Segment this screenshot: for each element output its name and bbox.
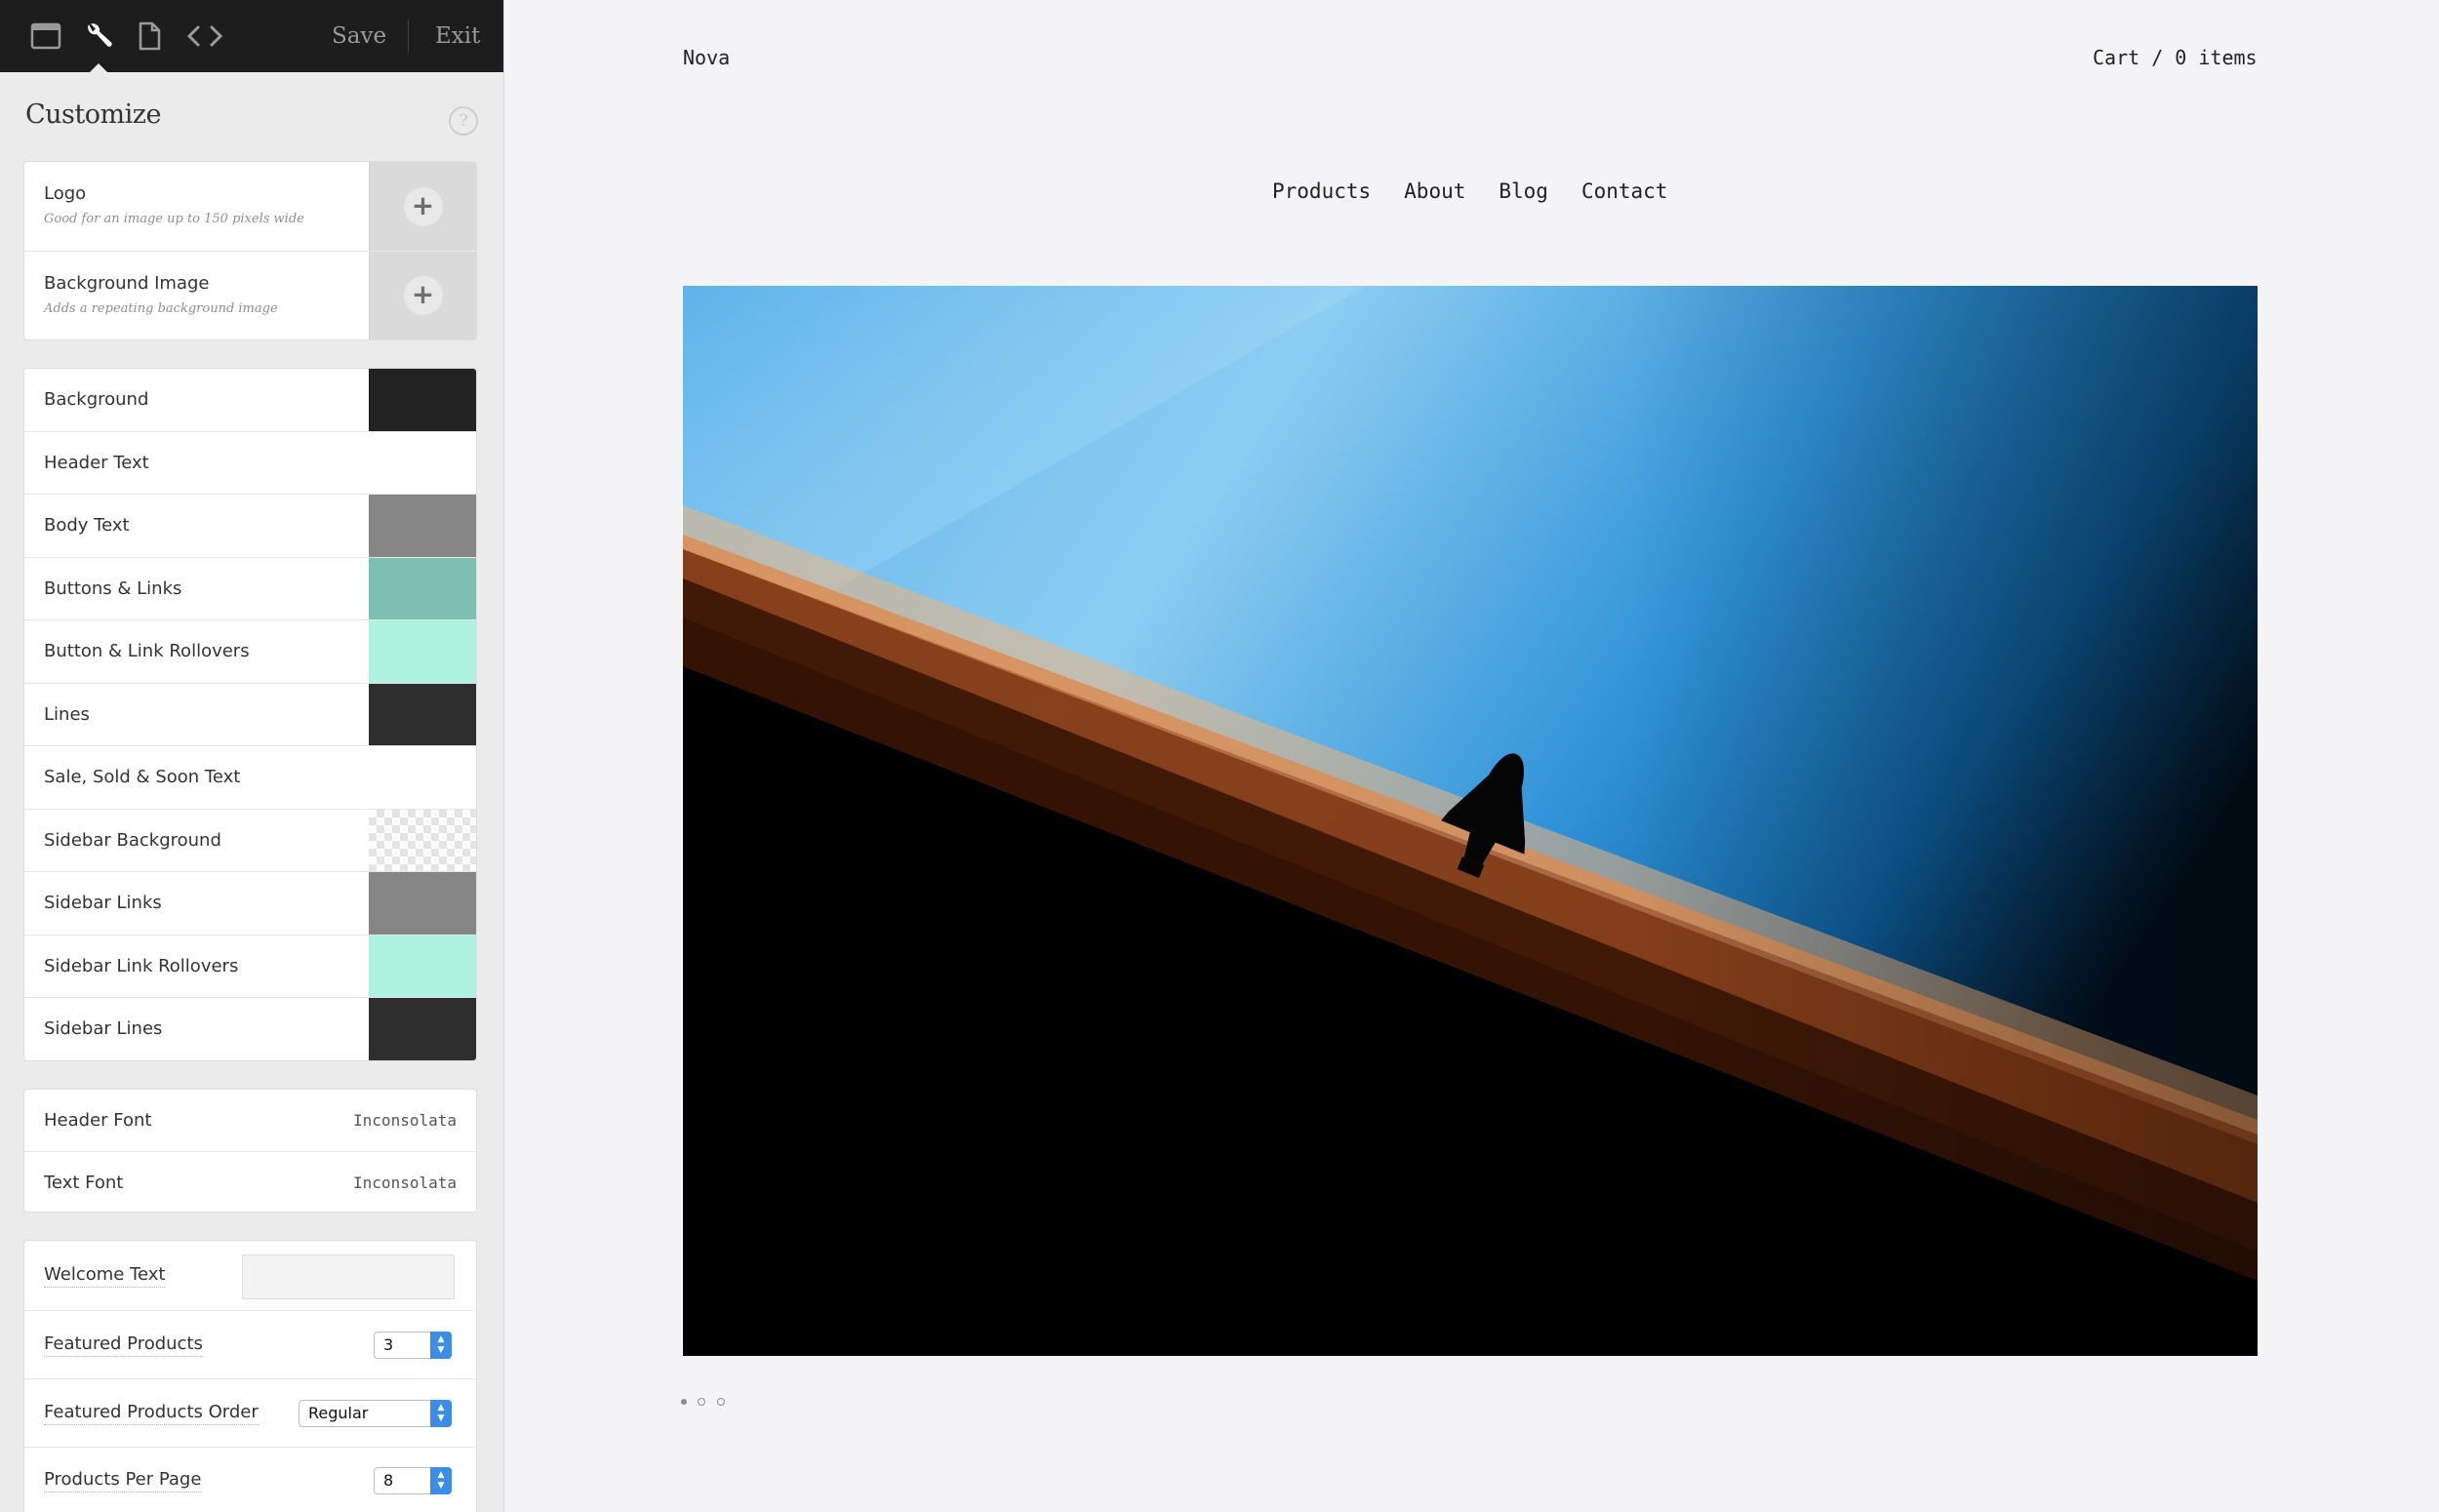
nav-blog[interactable]: Blog bbox=[1499, 179, 1548, 203]
fonts-group: Header Font Inconsolata Text Font Incons… bbox=[24, 1090, 476, 1212]
exit-button[interactable]: Exit bbox=[435, 21, 480, 51]
color-row-buttons-links[interactable]: Buttons & Links bbox=[24, 557, 476, 620]
store-name[interactable]: Nova bbox=[683, 46, 730, 69]
text-font-row[interactable]: Text Font Inconsolata bbox=[24, 1152, 476, 1212]
options-group: Welcome Text Featured Products 3 ▲ ▼ Feat… bbox=[24, 1241, 476, 1512]
nav-about[interactable]: About bbox=[1404, 179, 1465, 203]
per-page-row: Products Per Page 8 ▲ ▼ bbox=[24, 1448, 476, 1512]
store-nav: Products About Blog Contact bbox=[1272, 179, 1667, 203]
code-icon[interactable] bbox=[185, 18, 224, 55]
nav-products[interactable]: Products bbox=[1272, 179, 1371, 203]
select-arrows-icon: ▲ ▼ bbox=[430, 1467, 452, 1494]
wrench-icon[interactable] bbox=[79, 18, 118, 72]
panel-title: Customize bbox=[25, 99, 161, 130]
color-label: Sidebar Lines bbox=[44, 1018, 163, 1039]
select-arrows-icon: ▲ ▼ bbox=[430, 1332, 452, 1359]
featured-order-label: Featured Products Order bbox=[44, 1402, 259, 1425]
welcome-text-input[interactable] bbox=[242, 1254, 455, 1299]
color-swatch[interactable] bbox=[369, 683, 476, 745]
per-page-value: 8 bbox=[383, 1471, 394, 1490]
color-swatch-transparent[interactable] bbox=[369, 809, 476, 871]
logo-label: Logo bbox=[44, 183, 87, 204]
select-arrows-icon: ▲ ▼ bbox=[430, 1400, 452, 1427]
logo-row: Logo Good for an image up to 150 pixels … bbox=[24, 162, 476, 252]
color-swatch[interactable] bbox=[369, 935, 476, 997]
cart-link[interactable]: Cart / 0 items bbox=[2093, 46, 2258, 69]
featured-order-value: Regular bbox=[308, 1404, 369, 1422]
color-label: Button & Link Rollovers bbox=[44, 641, 250, 661]
background-image-hint: Adds a repeating background image bbox=[44, 301, 278, 316]
color-row-sidebar-link-rollovers[interactable]: Sidebar Link Rollovers bbox=[24, 935, 476, 998]
add-logo-button[interactable]: + bbox=[369, 162, 476, 251]
colors-group: Background Header Text Body Text Buttons… bbox=[24, 369, 476, 1060]
color-label: Sale, Sold & Soon Text bbox=[44, 767, 241, 787]
color-swatch[interactable] bbox=[369, 746, 476, 809]
background-image-label: Background Image bbox=[44, 273, 210, 294]
color-label: Sidebar Background bbox=[44, 829, 221, 851]
featured-products-value: 3 bbox=[383, 1335, 394, 1354]
color-label: Header Text bbox=[44, 452, 149, 473]
color-label: Body Text bbox=[44, 515, 130, 536]
text-font-value[interactable]: Inconsolata bbox=[353, 1174, 457, 1192]
color-swatch[interactable] bbox=[369, 620, 476, 683]
logo-hint: Good for an image up to 150 pixels wide bbox=[44, 212, 304, 226]
text-font-label: Text Font bbox=[44, 1173, 124, 1193]
nav-contact[interactable]: Contact bbox=[1581, 179, 1668, 203]
per-page-select[interactable]: 8 ▲ ▼ bbox=[374, 1467, 452, 1494]
customize-panel: Save Exit Customize ? Logo Good for an i… bbox=[0, 0, 504, 1512]
color-swatch[interactable] bbox=[369, 369, 476, 431]
color-row-rollovers[interactable]: Button & Link Rollovers bbox=[24, 620, 476, 684]
slide-dot[interactable] bbox=[698, 1398, 705, 1406]
welcome-text-row: Welcome Text bbox=[24, 1241, 476, 1311]
color-row-background[interactable]: Background bbox=[24, 369, 476, 432]
header-font-label: Header Font bbox=[44, 1110, 152, 1131]
featured-products-select[interactable]: 3 ▲ ▼ bbox=[374, 1332, 452, 1359]
color-label: Buttons & Links bbox=[44, 577, 182, 599]
color-row-sale-text[interactable]: Sale, Sold & Soon Text bbox=[24, 746, 476, 810]
images-group: Logo Good for an image up to 150 pixels … bbox=[24, 162, 476, 339]
color-swatch[interactable] bbox=[369, 998, 476, 1060]
color-label: Lines bbox=[44, 703, 90, 725]
hero-slideshow-image[interactable] bbox=[683, 286, 2258, 1356]
plus-icon: + bbox=[403, 186, 443, 226]
toolbar-divider bbox=[408, 20, 409, 53]
editor-toolbar: Save Exit bbox=[0, 0, 503, 72]
header-font-value[interactable]: Inconsolata bbox=[353, 1111, 457, 1130]
featured-order-select[interactable]: Regular ▲ ▼ bbox=[299, 1400, 452, 1427]
color-swatch[interactable] bbox=[369, 431, 476, 494]
slide-dot[interactable] bbox=[717, 1398, 725, 1406]
window-icon[interactable] bbox=[26, 18, 65, 55]
color-label: Sidebar Links bbox=[44, 893, 162, 913]
color-label: Sidebar Link Rollovers bbox=[44, 955, 239, 976]
color-label: Background bbox=[44, 389, 149, 410]
featured-products-row: Featured Products 3 ▲ ▼ bbox=[24, 1311, 476, 1379]
plus-icon: + bbox=[403, 276, 443, 315]
background-image-row: Background Image Adds a repeating backgr… bbox=[24, 252, 476, 339]
color-row-sidebar-background[interactable]: Sidebar Background bbox=[24, 809, 476, 872]
color-swatch[interactable] bbox=[369, 495, 476, 557]
color-row-sidebar-lines[interactable]: Sidebar Lines bbox=[24, 998, 476, 1060]
welcome-text-label: Welcome Text bbox=[44, 1264, 166, 1288]
page-icon[interactable] bbox=[130, 18, 169, 55]
color-row-header-text[interactable]: Header Text bbox=[24, 431, 476, 495]
per-page-label: Products Per Page bbox=[44, 1469, 202, 1492]
header-font-row[interactable]: Header Font Inconsolata bbox=[24, 1090, 476, 1152]
add-background-image-button[interactable]: + bbox=[369, 252, 476, 339]
save-button[interactable]: Save bbox=[332, 21, 386, 51]
help-icon[interactable]: ? bbox=[449, 106, 478, 136]
slide-dot-active[interactable] bbox=[681, 1399, 687, 1405]
color-row-lines[interactable]: Lines bbox=[24, 683, 476, 746]
color-row-sidebar-links[interactable]: Sidebar Links bbox=[24, 872, 476, 935]
featured-order-row: Featured Products Order Regular ▲ ▼ bbox=[24, 1379, 476, 1448]
featured-products-label: Featured Products bbox=[44, 1333, 203, 1357]
color-swatch[interactable] bbox=[369, 872, 476, 935]
color-swatch[interactable] bbox=[369, 557, 476, 619]
color-row-body-text[interactable]: Body Text bbox=[24, 495, 476, 558]
